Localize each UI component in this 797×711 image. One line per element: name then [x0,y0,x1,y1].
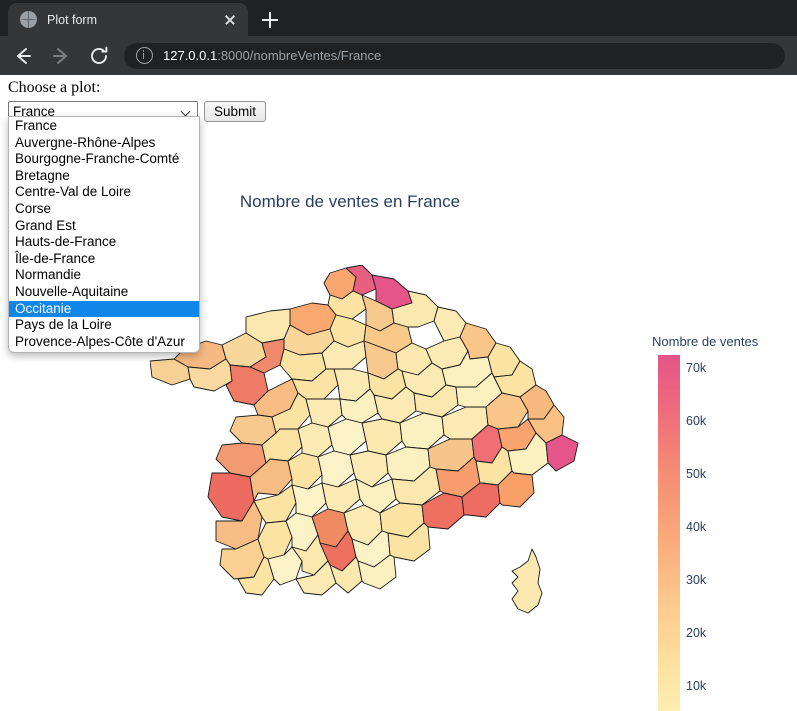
close-icon[interactable] [220,10,240,30]
browser-tab[interactable]: Plot form [8,3,248,36]
dropdown-option[interactable]: Occitanie [9,300,199,318]
dropdown-option[interactable]: Centre-Val de Loire [9,184,199,201]
plot-select-dropdown[interactable]: France Auvergne-Rhône-Alpes Bourgogne-Fran… [8,116,200,354]
colorbar [658,355,680,711]
submit-button[interactable]: Submit [204,101,267,122]
colorbar-tick: 20k [686,626,707,640]
url-path: :8000/nombreVentes/France [217,48,382,63]
colorbar-tick: 60k [686,414,707,428]
reload-button[interactable] [84,41,114,71]
page-content: Nombre de ventes en France .d { stroke:#… [0,75,797,711]
url-text: 127.0.0.1:8000/nombreVentes/France [163,48,381,63]
info-circle-icon[interactable] [136,47,153,64]
dropdown-option[interactable]: Corse [9,201,199,218]
colorbar-tick: 30k [686,573,707,587]
colorbar-tick: 40k [686,520,707,534]
colorbar-tick: 50k [686,467,707,481]
url-host: 127.0.0.1 [163,48,218,63]
colorbar-title: Nombre de ventes [652,334,759,349]
dropdown-option[interactable]: Auvergne-Rhône-Alpes [9,135,199,152]
address-bar[interactable]: 127.0.0.1:8000/nombreVentes/France [124,42,785,69]
dropdown-option[interactable]: Hauts-de-France [9,234,199,251]
dropdown-option[interactable]: Bretagne [9,168,199,185]
forward-button[interactable] [46,41,76,71]
dropdown-option[interactable]: Île-de-France [9,251,199,268]
dropdown-option[interactable]: Nouvelle-Aquitaine [9,284,199,301]
choropleth-map[interactable]: .d { stroke:#1a1a1a; stroke-width:0.9; s… [150,265,580,685]
colorbar-tick: 10k [686,679,707,693]
dropdown-option[interactable]: Provence-Alpes-Côte d'Azur [9,334,199,351]
tab-title: Plot form [47,12,98,27]
new-tab-button[interactable] [256,6,284,34]
colorbar-tick: 70k [686,361,707,375]
dropdown-option[interactable]: Normandie [9,267,199,284]
dropdown-option[interactable]: Grand Est [9,218,199,235]
choose-plot-label: Choose a plot: [8,79,101,96]
browser-toolbar: 127.0.0.1:8000/nombreVentes/France [0,36,797,75]
chevron-down-icon [181,107,191,117]
colorbar-ticks: 70k 60k 50k 40k 30k 20k 10k [686,355,746,711]
back-button[interactable] [8,41,38,71]
dropdown-option[interactable]: France [9,118,199,135]
tab-strip: Plot form [0,0,797,36]
browser-chrome: Plot form 127.0.0.1:8000/nombreVentes/Fr… [0,0,797,75]
globe-icon [20,11,37,28]
dropdown-option[interactable]: Pays de la Loire [9,317,199,334]
dropdown-option[interactable]: Bourgogne-Franche-Comté [9,151,199,168]
